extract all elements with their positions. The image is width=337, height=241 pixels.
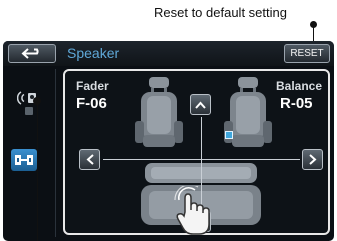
fader-value: F-06 <box>76 95 107 112</box>
left-callout-line <box>37 100 38 241</box>
back-button[interactable] <box>8 44 56 63</box>
sidebar-divider <box>55 69 56 237</box>
back-arrow-icon <box>21 48 39 59</box>
page-title: Speaker <box>67 45 120 61</box>
fader-balance-panel[interactable]: Fader F-06 Balance R-05 <box>63 69 330 235</box>
speaker-screen: Speaker RESET Fader F-06 Balance R-05 <box>3 41 334 241</box>
front-left-seat <box>135 77 183 147</box>
chevron-left-icon <box>86 154 94 165</box>
title-bar: Speaker RESET <box>3 41 334 66</box>
fader-balance-icon <box>15 155 33 165</box>
reset-button[interactable]: RESET <box>284 44 330 63</box>
balance-left-button[interactable] <box>79 149 100 170</box>
balance-right-button[interactable] <box>302 149 323 170</box>
fader-balance-button[interactable] <box>11 149 37 171</box>
fader-front-button[interactable] <box>190 94 211 115</box>
fader-balance-marker[interactable] <box>225 131 233 139</box>
chevron-up-icon <box>195 101 206 109</box>
chevron-right-icon <box>308 154 316 165</box>
fader-label: Fader <box>76 79 109 93</box>
reset-callout-text: Reset to default setting <box>154 5 287 20</box>
crosshair-horizontal <box>103 159 300 160</box>
balance-value: R-05 <box>280 95 313 112</box>
balance-label: Balance <box>276 79 323 93</box>
hand-pointer-icon <box>174 186 210 235</box>
